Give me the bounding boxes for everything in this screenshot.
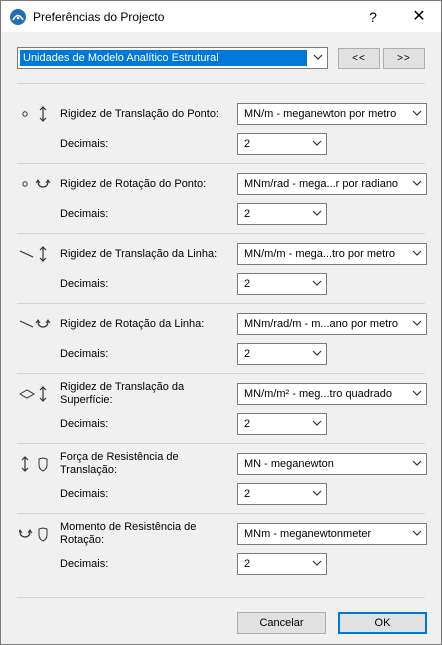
surface-translation-unit-select[interactable]: MN/m/m² - meg...tro quadrado bbox=[237, 383, 427, 405]
point-rotation-label: Rigidez de Rotação do Ponto: bbox=[60, 178, 207, 190]
rotation-resistance-unit-select[interactable]: MNm - meganewtonmeter bbox=[237, 523, 427, 545]
decimals-value: 2 bbox=[244, 558, 251, 570]
line-rotation-decimals-select[interactable]: 2 bbox=[237, 343, 327, 365]
translation-resistance-icon bbox=[21, 456, 48, 472]
window-title: Preferências do Projecto bbox=[33, 10, 165, 24]
decimals-label: Decimais: bbox=[60, 558, 109, 570]
chevron-down-icon bbox=[312, 210, 322, 216]
decimals-value: 2 bbox=[244, 138, 251, 150]
surface-translation-unit-value: MN/m/m² - meg...tro quadrado bbox=[244, 388, 392, 400]
point-rotation-decimals-select[interactable]: 2 bbox=[237, 203, 327, 225]
line-translation-label: Rigidez de Translação da Linha: bbox=[60, 248, 218, 260]
chevron-down-icon bbox=[312, 350, 322, 356]
chevron-down-icon bbox=[412, 250, 422, 256]
separator bbox=[17, 373, 425, 374]
line-translation-unit-value: MN/m/m - mega...tro por metro bbox=[244, 248, 395, 260]
decimals-value: 2 bbox=[244, 278, 251, 290]
surface-translation-decimals-select[interactable]: 2 bbox=[237, 413, 327, 435]
point-translation-unit-value: MN/m - meganewton por metro bbox=[244, 108, 397, 120]
separator bbox=[17, 163, 425, 164]
decimals-label: Decimais: bbox=[60, 488, 109, 500]
point-rotation-icon bbox=[22, 179, 51, 188]
chevron-down-icon bbox=[312, 140, 322, 146]
line-translation-decimals-select[interactable]: 2 bbox=[237, 273, 327, 295]
translation-resistance-label: Força de Resistência de Translação: bbox=[60, 451, 179, 476]
dialog-content: Unidades de Modelo Analítico Estrutural … bbox=[1, 32, 441, 644]
next-page-button[interactable]: >> bbox=[383, 48, 425, 69]
decimals-label: Decimais: bbox=[60, 348, 109, 360]
line-translation-icon bbox=[19, 246, 47, 262]
line-translation-unit-select[interactable]: MN/m/m - mega...tro por metro bbox=[237, 243, 427, 265]
decimals-label: Decimais: bbox=[60, 138, 109, 150]
decimals-label: Decimais: bbox=[60, 278, 109, 290]
translation-resistance-decimals-select[interactable]: 2 bbox=[237, 483, 327, 505]
decimals-value: 2 bbox=[244, 418, 251, 430]
chevron-down-icon bbox=[412, 530, 422, 536]
decimals-value: 2 bbox=[244, 348, 251, 360]
help-button[interactable]: ? bbox=[356, 5, 390, 29]
rotation-resistance-icon bbox=[19, 527, 48, 542]
chevron-down-icon bbox=[312, 420, 322, 426]
separator bbox=[17, 443, 425, 444]
translation-resistance-unit-select[interactable]: MN - meganewton bbox=[237, 453, 427, 475]
separator bbox=[17, 83, 425, 84]
page-select-value: Unidades de Modelo Analítico Estrutural bbox=[20, 50, 307, 66]
point-translation-unit-select[interactable]: MN/m - meganewton por metro bbox=[237, 103, 427, 125]
surface-translation-label: Rigidez de Translação da Superfície: bbox=[60, 381, 185, 406]
previous-page-button[interactable]: << bbox=[338, 48, 380, 69]
ok-button[interactable]: OK bbox=[338, 612, 427, 634]
chevron-down-icon bbox=[412, 180, 422, 186]
separator bbox=[17, 303, 425, 304]
separator bbox=[17, 597, 425, 598]
page-select-dropdown[interactable]: Unidades de Modelo Analítico Estrutural bbox=[17, 47, 328, 69]
decimals-value: 2 bbox=[244, 488, 251, 500]
decimals-value: 2 bbox=[244, 208, 251, 220]
chevron-down-icon bbox=[412, 460, 422, 466]
rotation-resistance-label: Momento de Resistência de Rotação: bbox=[60, 521, 197, 546]
cancel-button[interactable]: Cancelar bbox=[237, 612, 326, 634]
point-translation-icon bbox=[22, 106, 47, 122]
separator bbox=[17, 233, 425, 234]
line-rotation-unit-select[interactable]: MNm/rad/m - m...ano por metro bbox=[237, 313, 427, 335]
decimals-label: Decimais: bbox=[60, 418, 109, 430]
point-rotation-unit-select[interactable]: MNm/rad - mega...r por radiano bbox=[237, 173, 427, 195]
chevron-down-icon bbox=[312, 280, 322, 286]
point-rotation-unit-value: MNm/rad - mega...r por radiano bbox=[244, 178, 399, 190]
decimals-label: Decimais: bbox=[60, 208, 109, 220]
line-rotation-unit-value: MNm/rad/m - m...ano por metro bbox=[244, 318, 399, 330]
point-translation-decimals-select[interactable]: 2 bbox=[237, 133, 327, 155]
preferences-dialog: Preferências do Projecto ? ✕ Unidades de… bbox=[0, 0, 442, 645]
chevron-down-icon bbox=[412, 110, 422, 116]
title-bar: Preferências do Projecto ? ✕ bbox=[1, 1, 441, 32]
chevron-down-icon bbox=[312, 560, 322, 566]
chevron-down-icon bbox=[412, 390, 422, 396]
line-rotation-label: Rigidez de Rotação da Linha: bbox=[60, 318, 205, 330]
archicad-app-icon bbox=[10, 9, 26, 25]
line-rotation-icon bbox=[19, 319, 51, 328]
chevron-down-icon bbox=[312, 490, 322, 496]
point-translation-label: Rigidez de Translação do Ponto: bbox=[60, 108, 219, 120]
close-button[interactable]: ✕ bbox=[399, 5, 439, 29]
surface-translation-icon bbox=[19, 386, 47, 402]
chevron-down-icon bbox=[412, 320, 422, 326]
rotation-resistance-unit-value: MNm - meganewtonmeter bbox=[244, 528, 372, 540]
chevron-down-icon bbox=[313, 54, 323, 60]
rotation-resistance-decimals-select[interactable]: 2 bbox=[237, 553, 327, 575]
separator bbox=[17, 513, 425, 514]
translation-resistance-unit-value: MN - meganewton bbox=[244, 458, 334, 470]
